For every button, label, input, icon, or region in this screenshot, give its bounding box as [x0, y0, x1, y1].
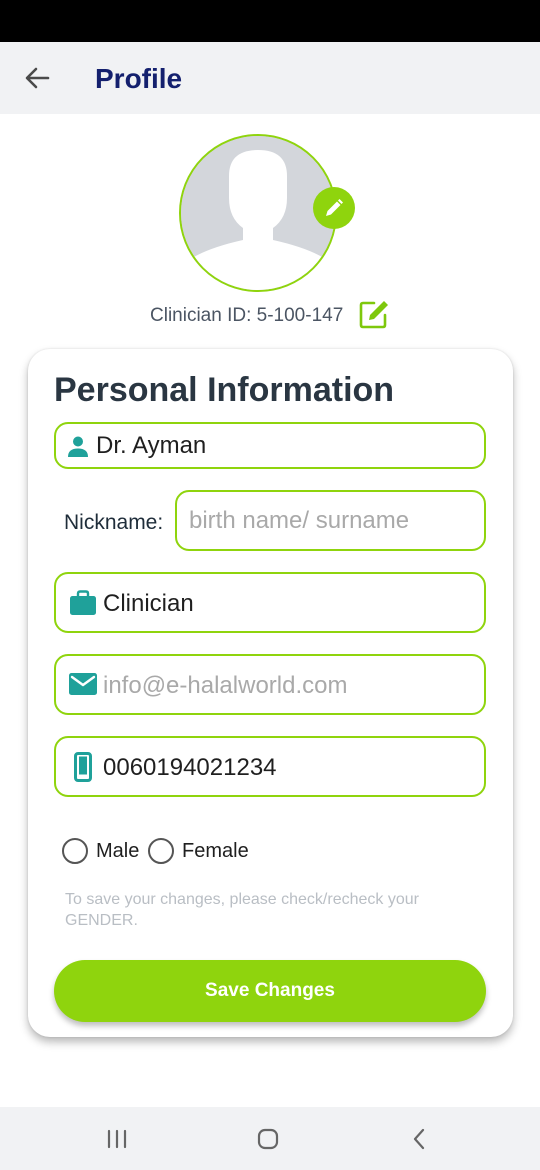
back-button[interactable]	[18, 60, 56, 96]
save-changes-button[interactable]: Save Changes	[54, 960, 486, 1022]
person-icon	[68, 436, 88, 457]
email-field[interactable]: info@e-halalworld.com	[54, 654, 486, 715]
personal-info-card: Personal Information Dr. Ayman Nickname:…	[28, 349, 513, 1037]
gender-note: To save your changes, please check/reche…	[65, 891, 419, 929]
home-icon	[257, 1128, 279, 1150]
nickname-placeholder: birth name/ surname	[189, 507, 410, 534]
nav-back-button[interactable]	[405, 1125, 433, 1153]
gender-female-label: Female	[182, 840, 249, 862]
person-silhouette-icon	[181, 136, 335, 290]
edit-square-icon	[359, 301, 388, 329]
avatar-container	[179, 134, 355, 292]
home-button[interactable]	[254, 1125, 282, 1153]
role-value: Clinician	[103, 590, 194, 617]
radio-circle-icon	[148, 838, 174, 864]
section-title: Personal Information	[54, 371, 395, 409]
radio-circle-icon	[62, 838, 88, 864]
gender-male-label: Male	[96, 840, 140, 862]
clinician-id: Clinician ID: 5-100-147	[150, 305, 344, 326]
name-field[interactable]: Dr. Ayman	[54, 422, 486, 469]
page-title: Profile	[95, 63, 183, 94]
phone-field[interactable]: 0060194021234	[54, 736, 486, 797]
pencil-icon	[326, 199, 343, 216]
gender-male-radio[interactable]: Male	[62, 838, 139, 864]
nickname-input[interactable]: birth name/ surname	[175, 490, 486, 551]
recents-button[interactable]	[103, 1125, 131, 1153]
back-icon	[413, 1128, 425, 1150]
system-nav-bar	[0, 1107, 540, 1170]
app-bar: Profile	[0, 42, 540, 114]
phone-value: 0060194021234	[103, 754, 277, 781]
email-icon	[69, 673, 97, 695]
clinician-id-row: Clinician ID: 5-100-147	[0, 296, 540, 332]
phone-icon	[74, 752, 92, 782]
avatar-edit-button[interactable]	[313, 187, 355, 229]
name-value: Dr. Ayman	[96, 432, 207, 459]
status-bar	[0, 0, 540, 42]
role-field[interactable]: Clinician	[54, 572, 486, 633]
email-placeholder: info@e-halalworld.com	[103, 672, 348, 699]
gender-female-radio[interactable]: Female	[148, 838, 249, 864]
edit-id-button[interactable]	[358, 298, 392, 330]
nickname-label: Nickname:	[64, 511, 164, 534]
briefcase-icon	[70, 590, 96, 615]
recents-icon	[107, 1129, 127, 1149]
arrow-left-icon	[25, 67, 50, 89]
